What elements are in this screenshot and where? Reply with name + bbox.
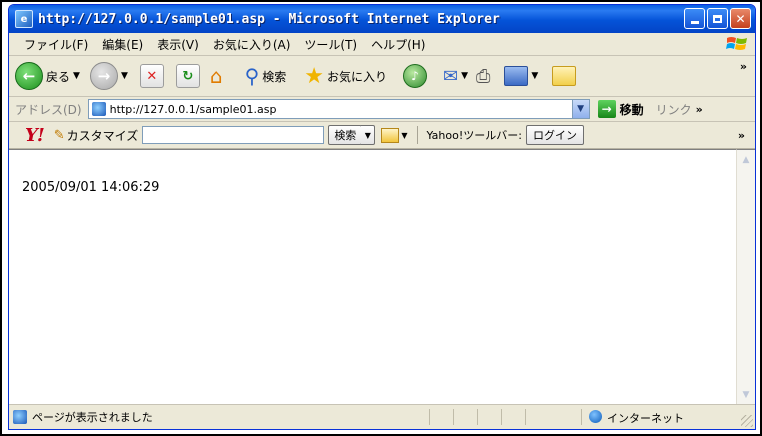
- search-label: 検索: [262, 69, 287, 84]
- mail-icon[interactable]: ✉: [443, 66, 458, 87]
- window-title: http://127.0.0.1/sample01.asp - Microsof…: [38, 11, 500, 27]
- status-text: ページが表示されました: [32, 411, 153, 424]
- forward-button[interactable]: → ▼: [89, 62, 128, 90]
- title-bar: e http://127.0.0.1/sample01.asp - Micros…: [9, 5, 755, 33]
- zone-text: インターネット: [607, 412, 684, 425]
- back-dropdown-icon[interactable]: ▼: [73, 71, 80, 81]
- edit-dropdown-icon[interactable]: ▼: [531, 71, 538, 81]
- links-chevron[interactable]: »: [696, 103, 703, 116]
- login-button[interactable]: ログイン: [525, 125, 584, 145]
- internet-zone-icon: [589, 410, 602, 423]
- menu-favorites[interactable]: お気に入り(A): [206, 36, 298, 53]
- maximize-button[interactable]: [707, 8, 728, 29]
- menu-edit[interactable]: 編集(E): [95, 36, 150, 53]
- menu-help[interactable]: ヘルプ(H): [364, 36, 432, 53]
- favorites-star-icon: ★: [304, 63, 324, 89]
- yahoo-search-dropdown-icon[interactable]: ▼: [361, 125, 376, 145]
- favorites-button[interactable]: ★ お気に入り: [292, 64, 387, 89]
- stop-icon[interactable]: ✕: [139, 64, 164, 88]
- menu-tools[interactable]: ツール(T): [297, 36, 364, 53]
- yahoo-logo[interactable]: Y!: [25, 125, 45, 146]
- status-divider: [525, 409, 526, 425]
- back-arrow-icon: ←: [15, 62, 43, 90]
- yahoo-search-input[interactable]: [142, 126, 325, 144]
- close-icon: ✕: [735, 11, 746, 26]
- minimize-button[interactable]: [684, 8, 705, 29]
- home-icon[interactable]: ⌂: [210, 64, 223, 88]
- resize-grip[interactable]: [741, 415, 753, 427]
- address-dropdown-icon[interactable]: ▼: [571, 100, 589, 118]
- maximize-icon: [713, 14, 722, 23]
- folder-icon[interactable]: [552, 66, 577, 86]
- page-done-icon: [13, 410, 27, 424]
- customize-button[interactable]: カスタマイズ: [67, 127, 139, 144]
- mail-dropdown-icon[interactable]: ▼: [461, 71, 468, 81]
- close-button[interactable]: ✕: [730, 8, 751, 29]
- status-divider: [453, 409, 454, 425]
- address-input[interactable]: http://127.0.0.1/sample01.asp ▼: [87, 99, 590, 119]
- media-icon[interactable]: ♪: [402, 64, 427, 88]
- address-bar: アドレス(D) http://127.0.0.1/sample01.asp ▼ …: [9, 97, 755, 122]
- go-arrow-icon[interactable]: →: [597, 100, 616, 118]
- menu-view[interactable]: 表示(V): [150, 36, 206, 53]
- scroll-down-icon[interactable]: ▼: [738, 387, 754, 403]
- search-button[interactable]: ⚲ 検索: [229, 64, 287, 88]
- go-button[interactable]: 移動: [620, 101, 644, 118]
- forward-dropdown-icon[interactable]: ▼: [121, 71, 128, 81]
- back-button[interactable]: ← 戻る ▼: [15, 62, 80, 90]
- favorites-label: お気に入り: [326, 69, 387, 84]
- status-divider: [429, 409, 430, 425]
- menu-bar: ファイル(F) 編集(E) 表示(V) お気に入り(A) ツール(T) ヘルプ(…: [9, 33, 755, 56]
- forward-arrow-icon: →: [89, 62, 118, 90]
- separator: [417, 126, 419, 144]
- window-controls: ✕: [684, 8, 751, 29]
- yahoo-mail-icon[interactable]: [381, 127, 400, 143]
- windows-logo-icon: [726, 37, 747, 50]
- print-icon[interactable]: ⎙: [476, 66, 490, 87]
- yahoo-more-chevron[interactable]: »: [738, 129, 745, 142]
- browser-window: e http://127.0.0.1/sample01.asp - Micros…: [8, 4, 756, 430]
- toolbar-more-chevron[interactable]: »: [740, 60, 747, 73]
- scroll-up-icon[interactable]: ▲: [738, 152, 754, 168]
- search-icon: ⚲: [244, 64, 260, 88]
- page-content: 2005/09/01 14:06:29: [9, 149, 737, 405]
- status-bar: ページが表示されました インターネット: [9, 404, 755, 429]
- yahoo-search-button[interactable]: 検索: [328, 125, 363, 145]
- address-label: アドレス(D): [15, 102, 82, 117]
- ie-page-icon: e: [15, 10, 33, 28]
- datetime-text: 2005/09/01 14:06:29: [22, 180, 160, 195]
- refresh-icon[interactable]: ↻: [175, 64, 200, 88]
- yahoo-toolbar-label: Yahoo!ツールバー:: [426, 129, 522, 142]
- yahoo-toolbar: Y! ✎ カスタマイズ 検索 ▼ ▼ Yahoo!ツールバー: ログイン »: [9, 122, 755, 149]
- status-divider: [581, 409, 582, 425]
- page-icon: [91, 102, 106, 116]
- links-label[interactable]: リンク: [656, 101, 692, 118]
- status-divider: [477, 409, 478, 425]
- menu-file[interactable]: ファイル(F): [17, 36, 95, 53]
- pencil-icon: ✎: [53, 127, 65, 143]
- address-url: http://127.0.0.1/sample01.asp: [109, 102, 277, 116]
- yahoo-mail-dropdown-icon[interactable]: ▼: [401, 131, 407, 140]
- status-divider: [501, 409, 502, 425]
- back-label: 戻る: [46, 69, 71, 84]
- edit-icon[interactable]: [504, 66, 529, 86]
- vertical-scrollbar[interactable]: ▲ ▼: [736, 149, 755, 405]
- standard-toolbar: ← 戻る ▼ → ▼ ✕ ↻ ⌂ ⚲ 検索 ★ お気に入り ♪ ✉ ▼ ⎙ ▼ …: [9, 56, 755, 97]
- minimize-icon: [690, 21, 699, 24]
